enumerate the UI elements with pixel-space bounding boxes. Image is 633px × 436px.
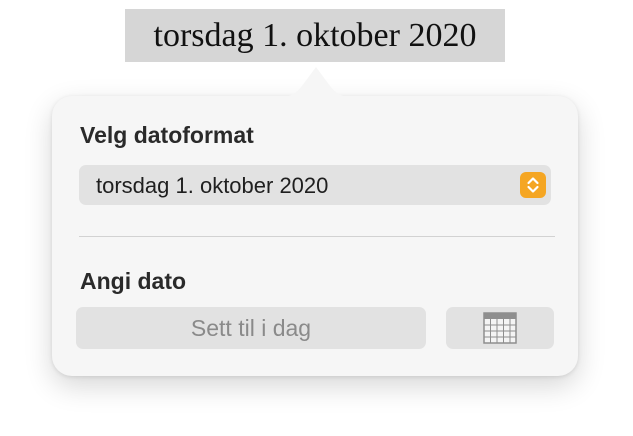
- date-format-popover: Velg datoformat torsdag 1. oktober 2020 …: [52, 96, 578, 376]
- popover-arrow: [266, 67, 366, 98]
- selected-date-text[interactable]: torsdag 1. oktober 2020: [125, 9, 505, 62]
- calendar-button[interactable]: [446, 307, 554, 349]
- set-to-today-button[interactable]: Sett til i dag: [76, 307, 426, 349]
- set-date-section-heading: Angi dato: [80, 268, 187, 294]
- calendar-icon: [483, 312, 517, 344]
- format-section-heading: Velg datoformat: [80, 122, 254, 148]
- date-format-select-value: torsdag 1. oktober 2020: [96, 173, 329, 198]
- chevron-up-down-icon[interactable]: [520, 172, 546, 198]
- date-format-select[interactable]: torsdag 1. oktober 2020: [79, 165, 551, 205]
- page: torsdag 1. oktober 2020 Velg datoformat …: [0, 0, 633, 436]
- section-divider: [79, 236, 555, 237]
